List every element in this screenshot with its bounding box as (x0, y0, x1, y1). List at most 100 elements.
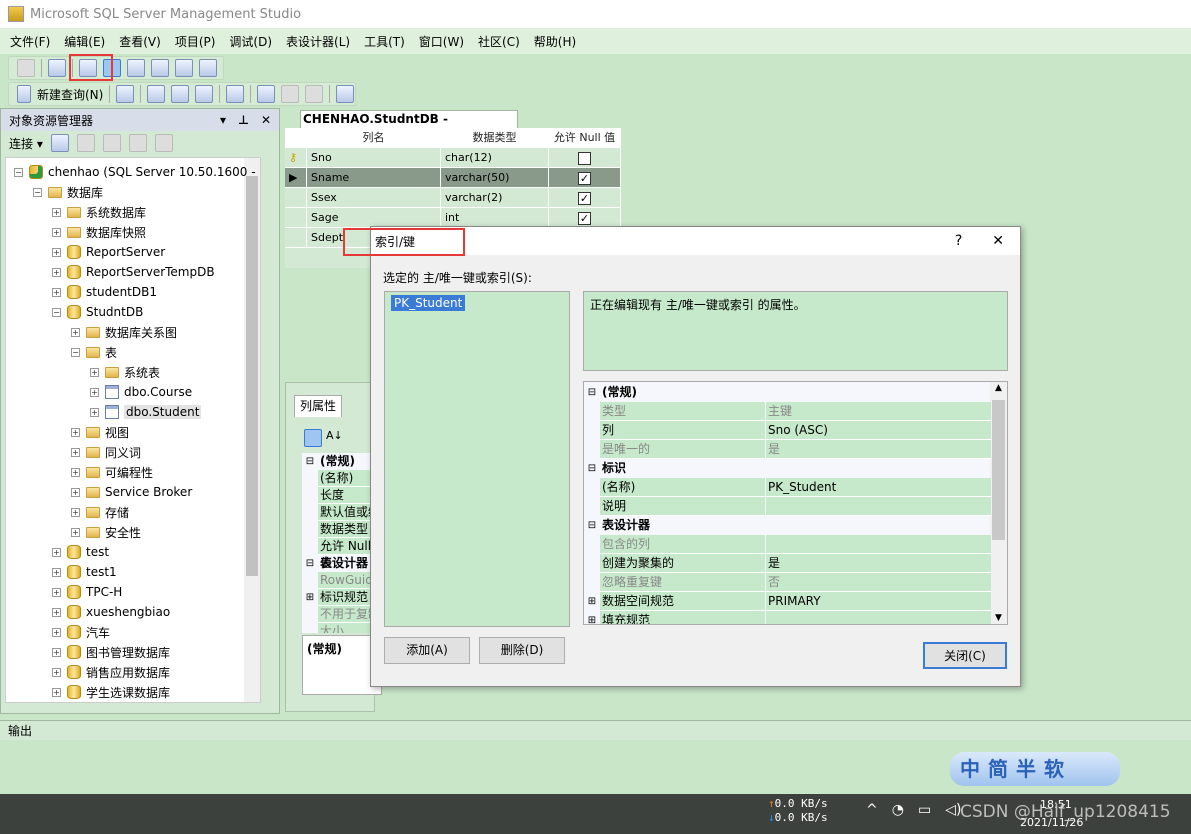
tree-item[interactable]: + studentDB1 (52, 282, 157, 302)
menu-item[interactable]: 表设计器(L) (286, 33, 350, 50)
allow-null-checkbox[interactable]: ✓ (549, 168, 621, 188)
allow-null-checkbox[interactable]: ✓ (549, 208, 621, 228)
expand-icon[interactable]: + (71, 447, 80, 457)
dropdown-icon[interactable]: ▾ (220, 113, 226, 127)
expand-icon[interactable]: + (52, 607, 61, 617)
scroll-up-icon[interactable]: ▲ (990, 383, 1007, 393)
new-query-button[interactable]: 新建查询(N) (37, 86, 103, 103)
row-selector[interactable] (285, 228, 307, 248)
delete-button[interactable]: 删除(D) (479, 637, 565, 664)
check-constraints-icon[interactable] (175, 59, 193, 77)
fulltext-index-icon[interactable] (127, 59, 145, 77)
tree-item[interactable]: + xueshengbiao (52, 602, 170, 622)
xmla-query-icon[interactable] (195, 85, 214, 103)
sort-alpha-icon[interactable]: A↓ (326, 429, 343, 447)
expand-icon[interactable]: + (52, 567, 61, 577)
tree-item[interactable]: + dbo.Course (90, 382, 192, 402)
menu-item[interactable]: 工具(T) (364, 33, 405, 50)
pin-icon[interactable]: ⊥ (238, 113, 249, 127)
property-row[interactable]: 创建为聚集的是 (584, 554, 991, 573)
expand-icon[interactable]: + (71, 507, 80, 517)
expand-icon[interactable]: + (52, 247, 61, 257)
filter-icon[interactable] (128, 134, 147, 152)
property-row[interactable]: 是唯一的是 (584, 440, 991, 459)
expand-icon[interactable]: + (52, 687, 61, 697)
tree-item[interactable]: + ReportServer (52, 242, 165, 262)
collapse-icon[interactable]: ⊟ (584, 459, 600, 478)
db-engine-query-icon[interactable] (116, 85, 135, 103)
allow-null-checkbox[interactable] (549, 148, 621, 168)
tree-item[interactable]: + TPC-H (52, 582, 122, 602)
tree-item[interactable]: + 同义词 (71, 442, 141, 462)
tab-table-designer[interactable]: CHENHAO.StudntDB - dbo.Student (300, 110, 518, 143)
expand-icon[interactable]: + (52, 587, 61, 597)
data-type-cell[interactable]: int (441, 208, 549, 228)
open-file-icon[interactable] (257, 85, 276, 103)
current-row-icon[interactable]: ▶ (285, 168, 307, 188)
chevron-up-icon[interactable]: ^ (866, 802, 878, 818)
collapse-icon[interactable]: − (52, 307, 61, 317)
close-button[interactable]: 关闭(C) (923, 642, 1007, 669)
categorized-icon[interactable] (304, 429, 322, 447)
property-row[interactable]: 列 Sno (ASC) (584, 421, 991, 440)
expand-icon[interactable]: + (71, 487, 80, 497)
expand-icon[interactable]: + (52, 267, 61, 277)
expand-icon[interactable]: + (71, 467, 80, 477)
mdx-query-icon[interactable] (147, 85, 166, 103)
expand-icon[interactable]: ⊞ (302, 589, 318, 606)
allow-null-checkbox[interactable]: ✓ (549, 188, 621, 208)
print-icon[interactable] (305, 85, 324, 103)
data-type-cell[interactable]: varchar(50) (441, 168, 549, 188)
tree-item[interactable]: − 数据库 (33, 182, 103, 202)
connect-button[interactable]: 连接 ▾ (9, 135, 43, 152)
activity-monitor-icon[interactable] (336, 85, 355, 103)
dmx-query-icon[interactable] (171, 85, 190, 103)
grid-row[interactable]: ⚷ Sno char(12) (285, 148, 621, 168)
spatial-index-icon[interactable] (199, 59, 217, 77)
property-row[interactable]: 说明 (584, 497, 991, 516)
generate-script-icon[interactable] (17, 59, 35, 77)
tree-item[interactable]: + ReportServerTempDB (52, 262, 215, 282)
scroll-thumb[interactable] (246, 176, 258, 576)
property-value[interactable]: PRIMARY (766, 592, 991, 611)
sql-ce-query-icon[interactable] (226, 85, 245, 103)
battery-icon[interactable]: ▭ (918, 802, 931, 818)
dialog-close-button[interactable]: ✕ (992, 233, 1004, 249)
refresh-icon[interactable] (154, 134, 173, 152)
connect-icon[interactable] (50, 134, 69, 152)
property-category[interactable]: ⊟ 标识 (584, 459, 991, 478)
property-value[interactable]: 主键 (766, 402, 991, 421)
property-value[interactable]: PK_Student (766, 478, 991, 497)
tree-item[interactable]: + 图书管理数据库 (52, 642, 170, 662)
expand-icon[interactable]: + (90, 367, 99, 377)
property-row[interactable]: 包含的列 (584, 535, 991, 554)
property-value[interactable]: 是 (766, 440, 991, 459)
list-item[interactable]: PK_Student (391, 295, 466, 311)
help-button[interactable]: ? (955, 233, 962, 249)
tree-item[interactable]: + test (52, 542, 109, 562)
collapse-icon[interactable]: ⊟ (302, 555, 318, 572)
menu-item[interactable]: 社区(C) (478, 33, 520, 50)
property-category[interactable]: ⊟ 表设计器 (584, 516, 991, 535)
scroll-thumb[interactable] (992, 400, 1005, 540)
collapse-icon[interactable]: − (14, 167, 23, 177)
tree-item[interactable]: + test1 (52, 562, 117, 582)
row-selector[interactable] (285, 188, 307, 208)
tree-item[interactable]: + 数据库快照 (52, 222, 146, 242)
menu-item[interactable]: 编辑(E) (64, 33, 105, 50)
save-icon[interactable] (281, 85, 300, 103)
expand-icon[interactable]: + (71, 327, 80, 337)
property-row[interactable]: 忽略重复键否 (584, 573, 991, 592)
collapse-icon[interactable]: − (33, 187, 42, 197)
column-name-cell[interactable]: Sno (307, 148, 441, 168)
grid-row[interactable]: Ssex varchar(2) ✓ (285, 188, 621, 208)
property-value[interactable]: Sno (ASC) (766, 421, 991, 440)
stop-icon[interactable] (102, 134, 121, 152)
menu-item[interactable]: 查看(V) (119, 33, 161, 50)
tree-item[interactable]: + 系统数据库 (52, 202, 146, 222)
disconnect-icon[interactable] (76, 134, 95, 152)
keys-list[interactable]: PK_Student (384, 291, 570, 627)
property-value[interactable] (766, 497, 991, 516)
tree-scrollbar[interactable] (244, 158, 260, 702)
tree-item[interactable]: − chenhao (SQL Server 10.50.1600 - Cl (14, 162, 260, 182)
